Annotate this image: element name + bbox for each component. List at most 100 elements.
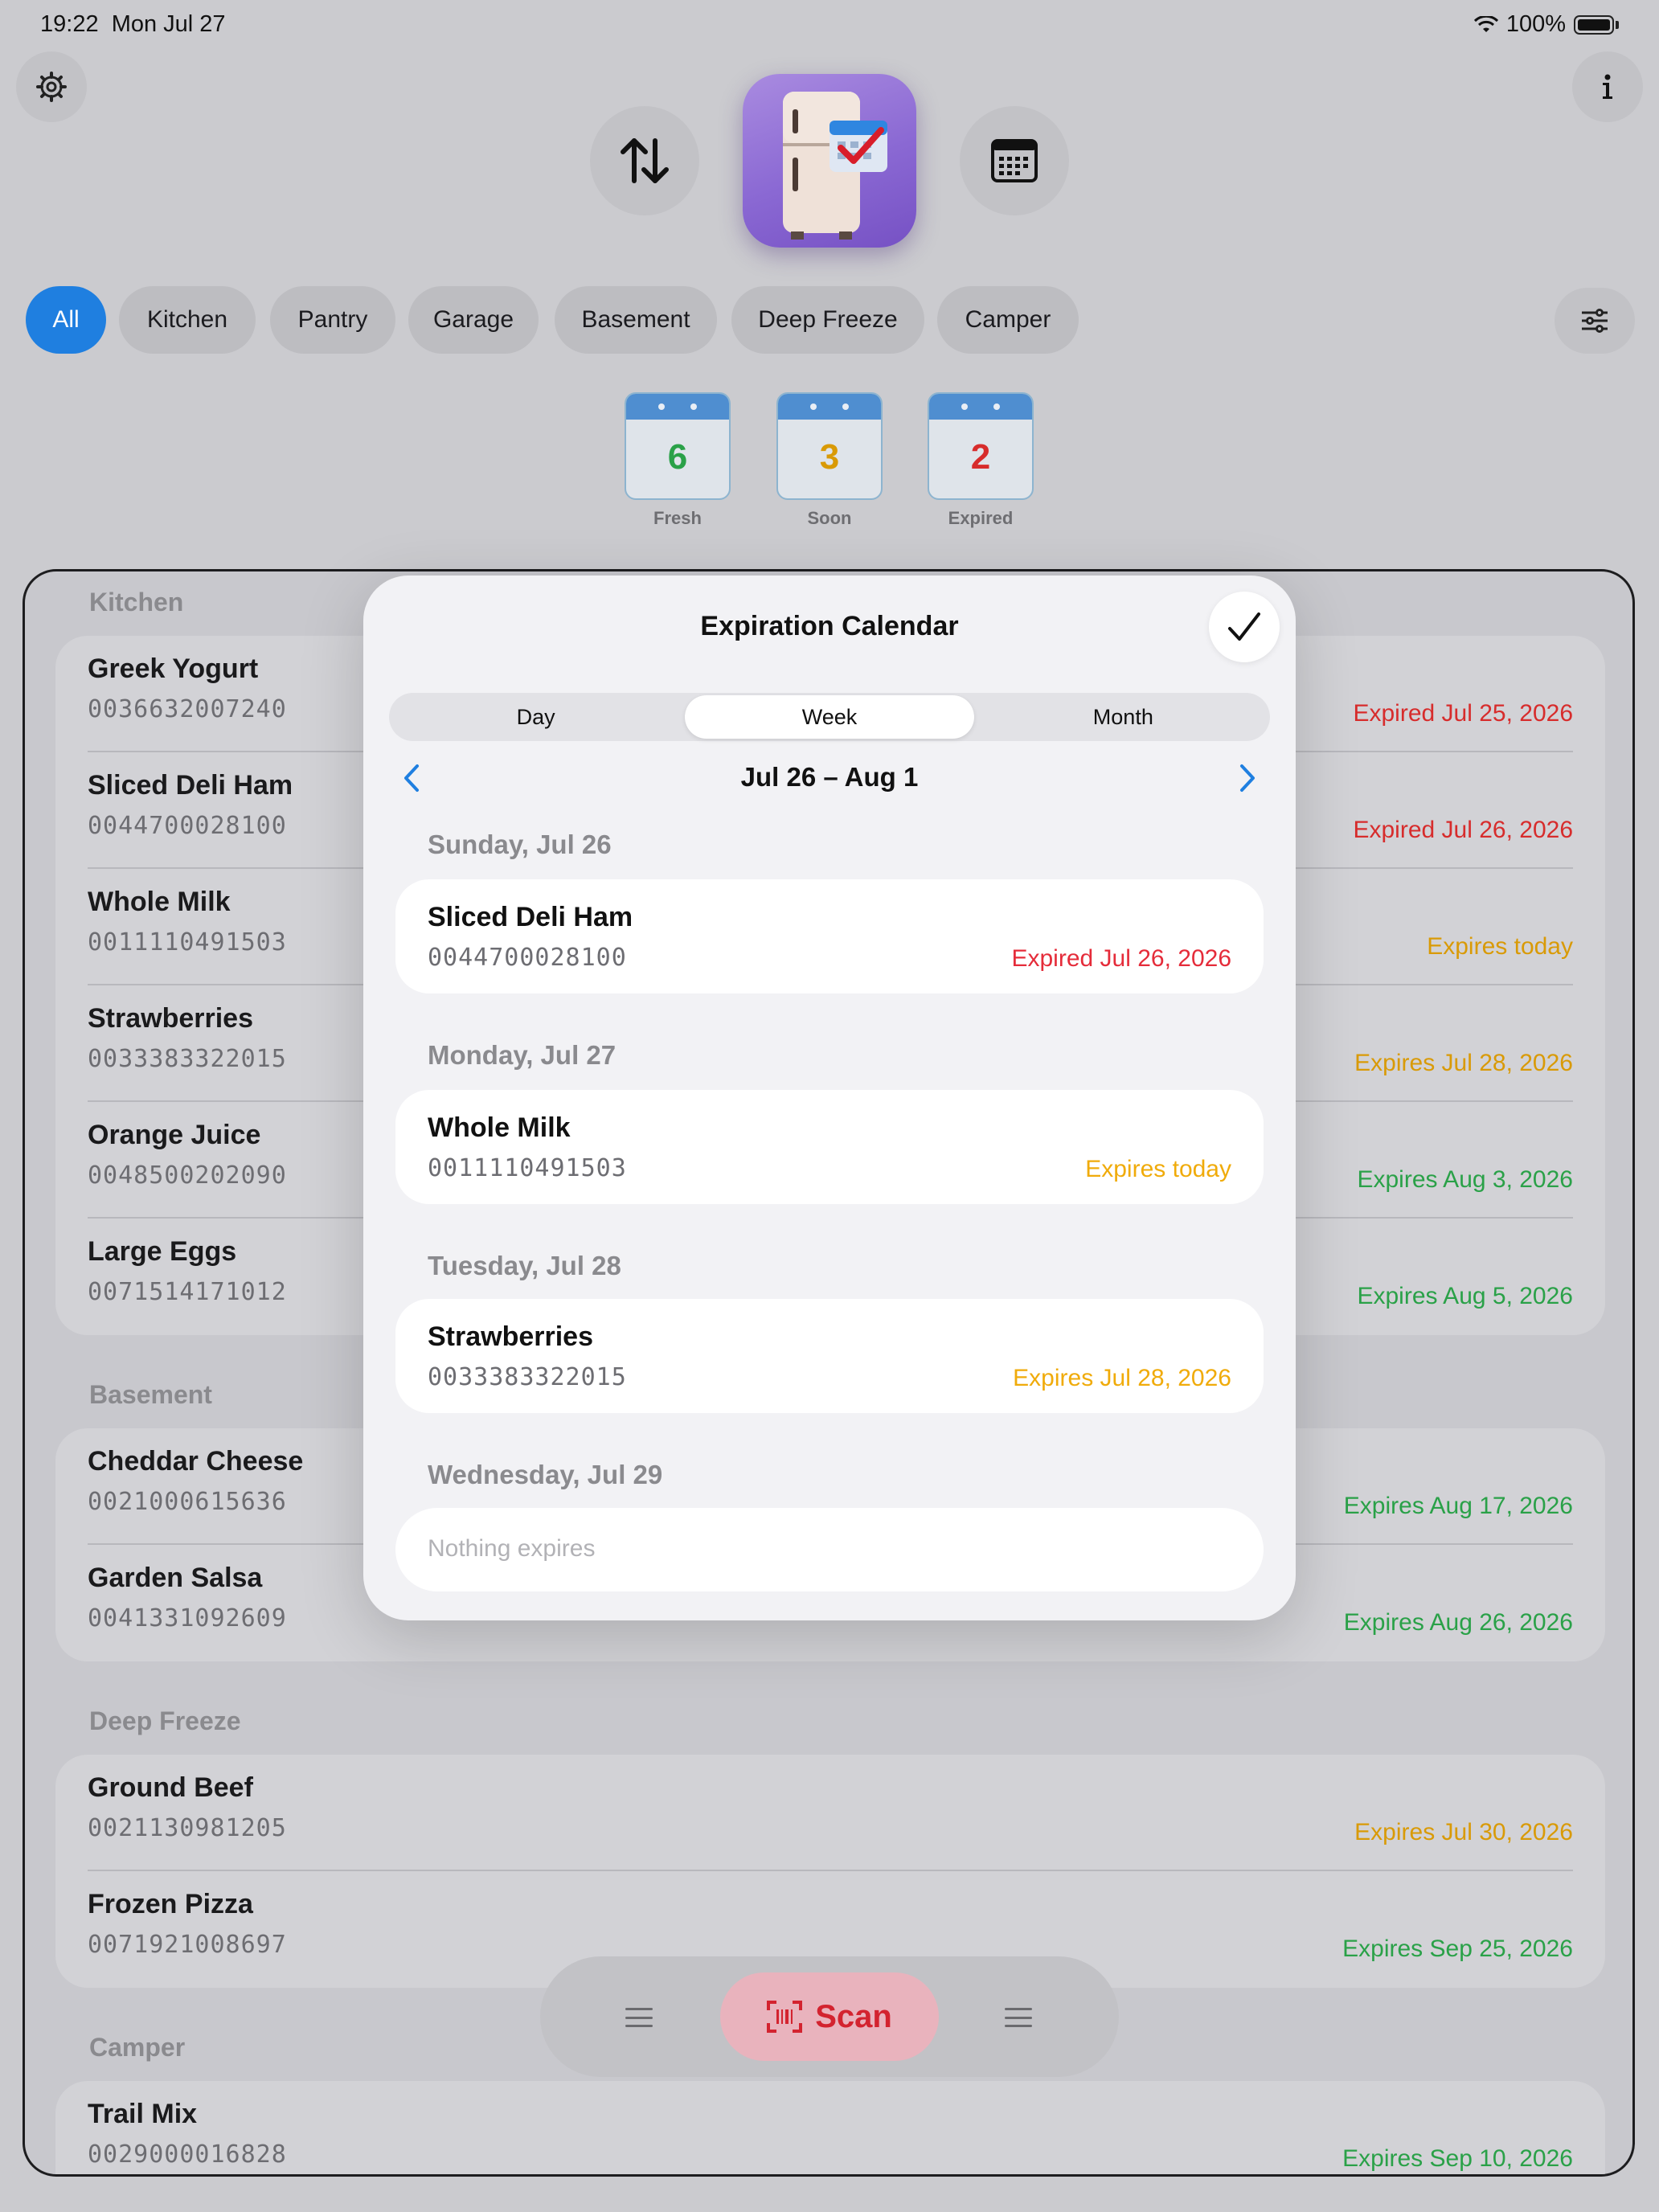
next-week-button[interactable] (1231, 760, 1264, 796)
item-status: Expires Jul 28, 2026 (1354, 1050, 1573, 1076)
chip-deep-freeze[interactable]: Deep Freeze (731, 286, 924, 354)
chip-camper[interactable]: Camper (937, 286, 1079, 354)
stat-value: 3 (819, 437, 840, 477)
calendar-item[interactable]: Strawberries 0033383322015 Expires Jul 2… (395, 1299, 1264, 1413)
empty-message: Nothing expires (428, 1535, 596, 1562)
stat-value: 6 (667, 437, 688, 477)
chevron-right-icon (1240, 764, 1255, 792)
stat-label: Fresh (653, 508, 702, 528)
stat-soon: 3 Soon (776, 392, 883, 529)
calendar-badge-icon: 2 (928, 392, 1034, 500)
empty-day-card: Nothing expires (395, 1508, 1264, 1591)
calendar-item[interactable]: Sliced Deli Ham 0044700028100 Expired Ju… (395, 879, 1264, 993)
item-barcode: 0021130981205 (88, 1814, 287, 1842)
item-barcode: 0044700028100 (428, 944, 627, 972)
battery-icon (1574, 14, 1614, 35)
chip-garage[interactable]: Garage (408, 286, 539, 354)
stat-expired: 2 Expired (928, 392, 1034, 529)
view-segmented-control: Day Week Month (389, 693, 1270, 741)
scan-label: Scan (815, 1998, 892, 2034)
item-name: Large Eggs (88, 1236, 237, 1267)
stat-label: Soon (807, 508, 852, 528)
menu-icon[interactable] (1005, 2008, 1032, 2027)
filter-sliders-icon (1582, 309, 1608, 333)
calendar-grid-icon (991, 139, 1038, 182)
item-barcode: 0011110491503 (428, 1154, 627, 1182)
segment-day[interactable]: Day (391, 695, 680, 739)
chip-pantry[interactable]: Pantry (270, 286, 395, 354)
item-barcode: 0033383322015 (428, 1363, 627, 1391)
expiration-calendar-sheet: Expiration Calendar Day Week Month Jul 2… (363, 576, 1296, 1620)
item-name: Cheddar Cheese (88, 1446, 304, 1477)
day-heading: Tuesday, Jul 28 (428, 1251, 621, 1280)
section-title-basement: Basement (89, 1380, 212, 1409)
date-range: Jul 26 – Aug 1 (740, 762, 919, 792)
item-name: Frozen Pizza (88, 1889, 253, 1919)
section-title-camper: Camper (89, 2033, 186, 2062)
item-barcode: 0071514171012 (88, 1278, 287, 1306)
item-barcode: 0048500202090 (88, 1161, 287, 1190)
item-status: Expires Jul 28, 2026 (1013, 1365, 1231, 1391)
section-title-deep-freeze: Deep Freeze (89, 1706, 241, 1735)
item-status: Expires Aug 17, 2026 (1343, 1493, 1573, 1519)
calendar-button[interactable] (960, 106, 1069, 215)
item-barcode: 0021000615636 (88, 1488, 287, 1516)
checkmark-icon (1228, 612, 1260, 641)
item-barcode: 0011110491503 (88, 928, 287, 956)
section-title-kitchen: Kitchen (89, 588, 184, 616)
item-barcode: 0041331092609 (88, 1604, 287, 1632)
segment-week[interactable]: Week (685, 695, 974, 739)
sort-button[interactable] (590, 106, 699, 215)
item-name: Strawberries (88, 1003, 253, 1034)
item-status: Expired Jul 26, 2026 (1011, 945, 1231, 972)
item-status: Expires Aug 3, 2026 (1357, 1166, 1573, 1193)
item-barcode: 0071921008697 (88, 1931, 287, 1959)
stat-label: Expired (948, 508, 1014, 528)
status-date: Mon Jul 27 (111, 11, 226, 37)
wifi-icon (1473, 15, 1498, 32)
calendar-item[interactable]: Whole Milk 0011110491503 Expires today (395, 1090, 1264, 1204)
info-button[interactable] (1572, 51, 1643, 122)
item-status: Expires Sep 25, 2026 (1342, 1936, 1573, 1962)
item-barcode: 0029000016828 (88, 2140, 287, 2169)
item-status: Expired Jul 26, 2026 (1353, 817, 1573, 843)
item-name: Strawberries (428, 1321, 593, 1352)
item-name: Trail Mix (88, 2099, 198, 2129)
segment-month[interactable]: Month (979, 695, 1268, 739)
status-time: 19:22 Mon Jul 27 (40, 11, 226, 38)
list-item[interactable]: Trail Mix 0029000016828 Expires Sep 10, 20… (88, 2081, 1573, 2174)
item-name: Sliced Deli Ham (88, 770, 293, 801)
menu-icon[interactable] (625, 2008, 653, 2027)
item-name: Whole Milk (428, 1112, 571, 1143)
calendar-badge-icon: 3 (776, 392, 883, 500)
calendar-badge-icon: 6 (625, 392, 731, 500)
done-button[interactable] (1209, 592, 1280, 662)
chip-basement[interactable]: Basement (555, 286, 717, 354)
chip-kitchen[interactable]: Kitchen (119, 286, 256, 354)
section-card-deep-freeze: Ground Beef 0021130981205 Expires Jul 30, … (55, 1755, 1605, 1988)
item-name: Whole Milk (88, 887, 231, 917)
item-barcode: 0036632007240 (88, 695, 287, 723)
fridge-calendar-app-icon (743, 74, 916, 248)
section-card-camper: Trail Mix 0029000016828 Expires Sep 10, 20… (55, 2081, 1605, 2174)
battery-nub (1616, 20, 1619, 29)
battery-percent: 100% (1505, 11, 1566, 37)
item-status: Expires Aug 5, 2026 (1357, 1283, 1573, 1309)
day-heading: Wednesday, Jul 29 (428, 1460, 663, 1489)
barcode-scan-icon (767, 2001, 803, 2033)
list-item[interactable]: Ground Beef 0021130981205 Expires Jul 30, … (88, 1755, 1573, 1871)
filter-options-button[interactable] (1555, 288, 1635, 354)
item-name: Orange Juice (88, 1120, 261, 1150)
gear-icon (36, 72, 67, 102)
item-status: Expires today (1085, 1156, 1231, 1182)
status-indicators: 100% (1473, 11, 1619, 38)
item-status: Expired Jul 25, 2026 (1353, 700, 1573, 727)
scan-button[interactable]: Scan (720, 1972, 939, 2061)
item-barcode: 0033383322015 (88, 1045, 287, 1073)
info-icon (1603, 74, 1612, 99)
settings-button[interactable] (16, 51, 87, 122)
chip-all[interactable]: All (26, 286, 106, 354)
item-status: Expires Aug 26, 2026 (1343, 1609, 1573, 1636)
item-status: Expires today (1427, 933, 1573, 960)
sort-icon (621, 138, 669, 183)
